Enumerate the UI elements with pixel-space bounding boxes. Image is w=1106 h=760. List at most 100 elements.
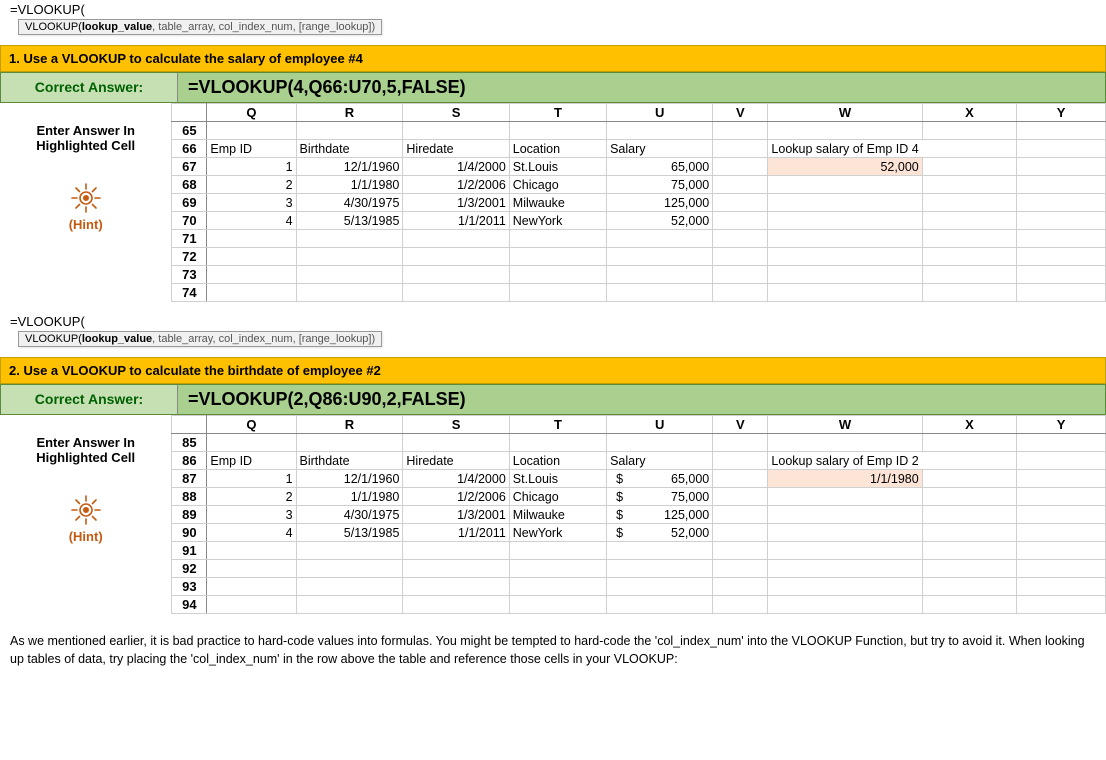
cell[interactable] [922,596,1016,614]
col-header[interactable]: U [607,104,713,122]
cell[interactable] [403,266,509,284]
row-header[interactable]: 68 [172,176,207,194]
cell[interactable] [207,122,296,140]
cell[interactable] [607,248,713,266]
cell[interactable] [296,596,403,614]
cell[interactable] [1017,248,1106,266]
cell[interactable] [509,596,606,614]
col-header[interactable]: Y [1017,104,1106,122]
col-header[interactable]: V [713,104,768,122]
cell[interactable] [768,542,922,560]
cell[interactable]: NewYork [509,212,606,230]
cell[interactable] [922,542,1016,560]
cell[interactable]: 1/1/2011 [403,524,509,542]
cell[interactable]: $125,000 [607,506,713,524]
cell[interactable] [713,212,768,230]
spreadsheet-1[interactable]: Q R S T U V W X Y 65 66 Emp ID Birthdate… [171,103,1106,302]
cell[interactable] [922,284,1016,302]
cell[interactable] [1017,542,1106,560]
cell[interactable]: St.Louis [509,158,606,176]
cell[interactable] [1017,488,1106,506]
cell[interactable] [922,158,1016,176]
cell[interactable] [1017,122,1106,140]
cell[interactable] [607,578,713,596]
cell[interactable] [1017,158,1106,176]
row-header[interactable]: 89 [172,506,207,524]
hint-button-2[interactable]: (Hint) [0,493,171,544]
cell[interactable]: St.Louis [509,470,606,488]
cell[interactable] [922,230,1016,248]
cell[interactable] [1017,434,1106,452]
cell[interactable] [1017,194,1106,212]
cell[interactable] [713,542,768,560]
col-header[interactable]: W [768,416,922,434]
col-header[interactable]: Y [1017,416,1106,434]
cell[interactable]: Salary [607,452,713,470]
cell[interactable]: Chicago [509,176,606,194]
row-header[interactable]: 66 [172,140,207,158]
cell[interactable] [713,194,768,212]
col-header[interactable]: W [768,104,922,122]
cell[interactable] [403,434,509,452]
cell[interactable] [207,542,296,560]
cell[interactable] [768,488,922,506]
cell[interactable] [713,578,768,596]
cell[interactable]: 52,000 [607,212,713,230]
cell[interactable]: 2 [207,488,296,506]
cell[interactable] [509,434,606,452]
col-header[interactable]: Q [207,416,296,434]
cell[interactable]: Emp ID [207,140,296,158]
col-header[interactable]: X [922,416,1016,434]
col-header[interactable]: V [713,416,768,434]
cell[interactable] [403,542,509,560]
cell[interactable]: Birthdate [296,140,403,158]
cell[interactable] [1017,578,1106,596]
cell[interactable] [509,578,606,596]
cell[interactable] [296,230,403,248]
cell[interactable] [713,452,768,470]
cell[interactable]: 65,000 [607,158,713,176]
row-header[interactable]: 72 [172,248,207,266]
cell[interactable] [1017,212,1106,230]
hint-button-1[interactable]: (Hint) [0,181,171,232]
cell[interactable] [922,176,1016,194]
cell[interactable] [296,266,403,284]
cell[interactable]: NewYork [509,524,606,542]
row-header[interactable]: 94 [172,596,207,614]
cell[interactable] [296,122,403,140]
cell[interactable] [713,284,768,302]
cell[interactable] [922,266,1016,284]
cell[interactable]: 2 [207,176,296,194]
col-header[interactable]: S [403,104,509,122]
cell[interactable] [922,488,1016,506]
cell[interactable]: 1/4/2000 [403,158,509,176]
cell[interactable] [607,434,713,452]
cell[interactable] [713,470,768,488]
cell[interactable] [768,506,922,524]
cell[interactable] [207,284,296,302]
cell[interactable] [713,248,768,266]
cell[interactable] [1017,470,1106,488]
row-header[interactable]: 88 [172,488,207,506]
cell[interactable] [922,452,1016,470]
cell[interactable] [1017,596,1106,614]
col-header[interactable]: T [509,416,606,434]
cell[interactable] [768,194,922,212]
cell[interactable] [922,524,1016,542]
cell[interactable] [296,284,403,302]
cell[interactable]: Milwauke [509,194,606,212]
cell[interactable] [1017,140,1106,158]
cell[interactable] [713,158,768,176]
col-header[interactable]: T [509,104,606,122]
cell[interactable] [296,560,403,578]
cell[interactable] [922,434,1016,452]
cell[interactable] [713,122,768,140]
cell[interactable] [207,266,296,284]
cell[interactable] [1017,176,1106,194]
row-header[interactable]: 65 [172,122,207,140]
cell[interactable] [713,230,768,248]
cell[interactable]: 4/30/1975 [296,506,403,524]
cell[interactable] [207,596,296,614]
cell[interactable]: 75,000 [607,176,713,194]
cell[interactable] [922,122,1016,140]
